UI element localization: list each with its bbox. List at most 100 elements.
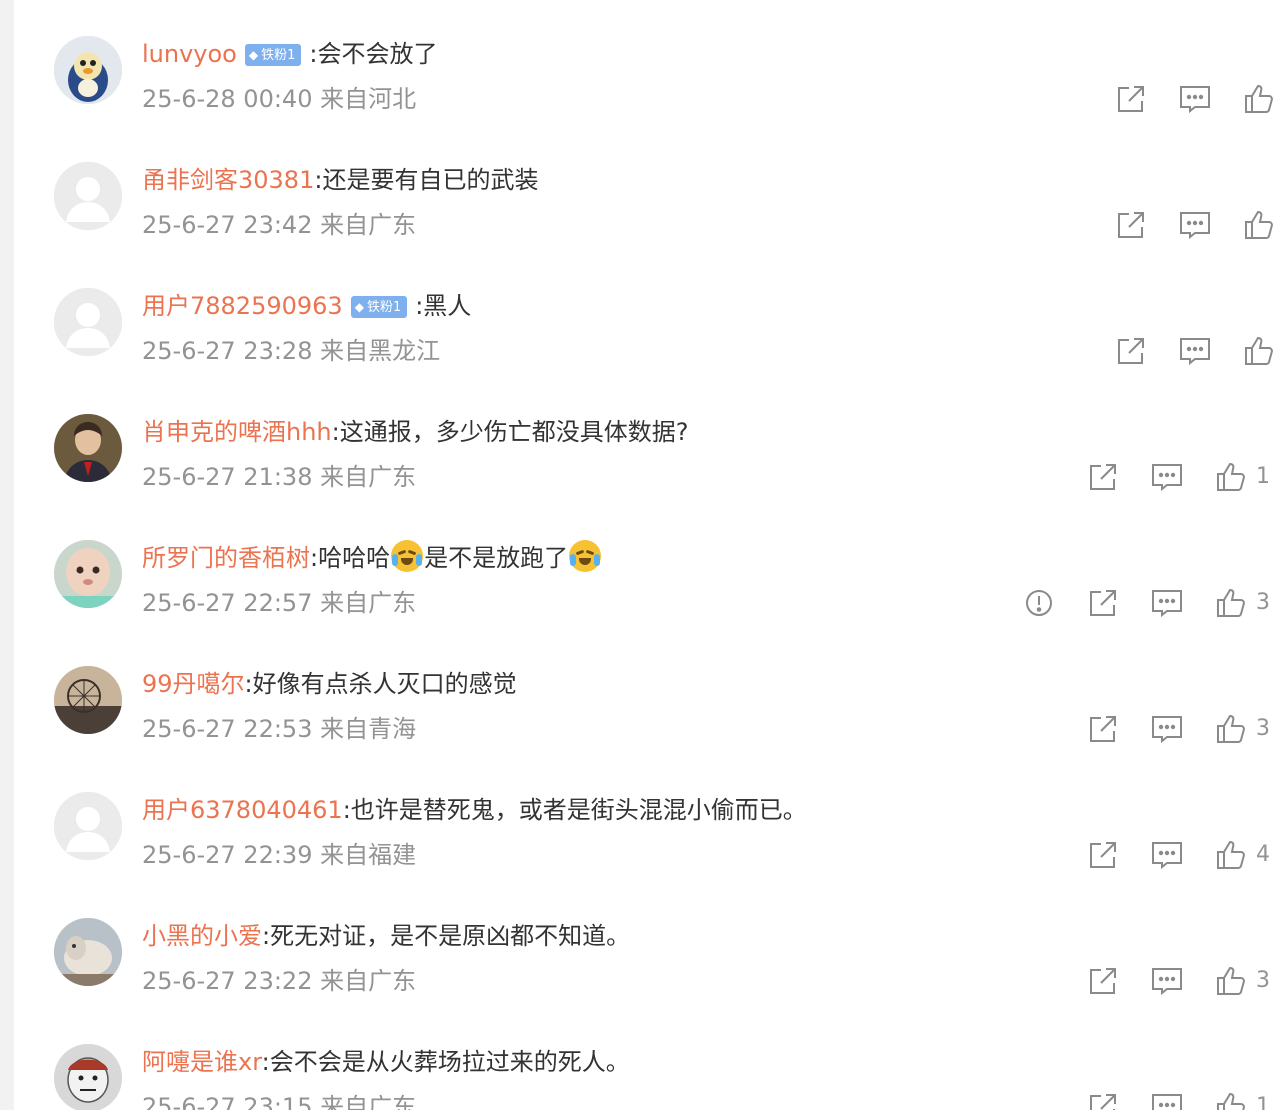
comment-icon [1180, 338, 1210, 366]
thumbs-up-icon [1217, 1092, 1246, 1110]
fan-badge[interactable]: ◆ 铁粉1 [244, 44, 302, 66]
fan-badge-label: 铁粉1 [261, 48, 296, 63]
username[interactable]: 阿嚏是谁xr [142, 1048, 262, 1076]
share-button[interactable] [1086, 838, 1120, 872]
like-button[interactable] [1242, 82, 1276, 116]
like-button[interactable]: 4 [1214, 838, 1282, 872]
avatar[interactable] [54, 414, 122, 482]
comment-icon [1152, 842, 1182, 870]
comment-text: :死无对证，是不是原凶都不知道。 [262, 922, 631, 950]
ferris-wheel-avatar-icon [54, 666, 122, 734]
reply-button[interactable] [1150, 712, 1184, 746]
comment-location: 来自青海 [320, 715, 417, 743]
comment-item: 肖申克的啤酒hhh:这通报，多少伤亡都没具体数据? 25-6-27 21:38 … [14, 378, 1282, 504]
username[interactable]: 小黑的小爱 [142, 922, 262, 950]
comment-actions [1102, 208, 1282, 242]
thumbs-up-icon [1217, 840, 1246, 869]
comment-icon [1152, 1094, 1182, 1110]
avatar[interactable] [54, 162, 122, 230]
avatar[interactable] [54, 288, 122, 356]
like-button[interactable]: 1 [1214, 1090, 1282, 1110]
default-avatar-icon [54, 288, 122, 356]
comment-icon [1152, 716, 1182, 744]
share-button[interactable] [1114, 334, 1148, 368]
username[interactable]: 99丹噶尔 [142, 670, 245, 698]
like-count: 3 [1256, 968, 1270, 993]
comment-location: 来自河北 [320, 85, 417, 113]
username[interactable]: 所罗门的香栢树 [142, 544, 310, 572]
like-button[interactable]: 3 [1214, 586, 1282, 620]
fan-badge[interactable]: ◆ 铁粉1 [350, 296, 408, 318]
diamond-icon: ◆ [354, 300, 364, 314]
comment-location: 来自黑龙江 [320, 337, 441, 365]
laugh-cry-emoji-icon [391, 540, 424, 572]
comment-item: 阿嚏是谁xr:会不会是从火葬场拉过来的死人。 25-6-27 23:15 来自广… [14, 1008, 1282, 1110]
comment-item: 甬非剑客30381:还是要有自已的武装 25-6-27 23:42 来自广东 [14, 126, 1282, 252]
comment-icon [1152, 968, 1182, 996]
comment-text: :这通报，多少伤亡都没具体数据? [331, 418, 689, 446]
like-count: 3 [1256, 590, 1270, 615]
avatar[interactable] [54, 666, 122, 734]
share-icon [1090, 590, 1116, 616]
avatar[interactable] [54, 918, 122, 986]
username[interactable]: 肖申克的啤酒hhh [142, 418, 332, 446]
like-button[interactable] [1242, 208, 1276, 242]
reply-button[interactable] [1150, 1090, 1184, 1110]
comment-time: 25-6-27 23:42 [142, 211, 313, 239]
comment-text-part: :哈哈哈 [310, 544, 391, 572]
reply-button[interactable] [1150, 964, 1184, 998]
username[interactable]: 用户6378040461 [142, 796, 343, 824]
comment-actions [1102, 334, 1282, 368]
comment-actions [1102, 82, 1282, 116]
like-button[interactable]: 3 [1214, 712, 1282, 746]
thumbs-up-icon [1245, 336, 1274, 365]
comment-text: :好像有点杀人灭口的感觉 [244, 670, 517, 698]
comment-location: 来自福建 [320, 841, 417, 869]
comment-time: 25-6-27 23:15 [142, 1093, 313, 1110]
share-button[interactable] [1086, 1090, 1120, 1110]
share-button[interactable] [1086, 586, 1120, 620]
comment-icon [1152, 590, 1182, 618]
share-button[interactable] [1086, 460, 1120, 494]
report-button[interactable] [1022, 586, 1056, 620]
comment-item: 99丹噶尔:好像有点杀人灭口的感觉 25-6-27 22:53 来自青海 3 [14, 630, 1282, 756]
comment-time: 25-6-27 22:39 [142, 841, 313, 869]
thumbs-up-icon [1245, 84, 1274, 113]
avatar[interactable] [54, 1044, 122, 1110]
like-button[interactable]: 3 [1214, 964, 1282, 998]
dog-avatar-icon [54, 918, 122, 986]
comment-text: :也许是替死鬼，或者是街头混混小偷而已。 [342, 796, 807, 824]
like-button[interactable]: 1 [1214, 460, 1282, 494]
comment-item: 用户6378040461:也许是替死鬼，或者是街头混混小偷而已。 25-6-27… [14, 756, 1282, 882]
comment-text: :会不会放了 [309, 40, 438, 68]
share-icon [1090, 464, 1116, 490]
comment-location: 来自广东 [320, 589, 417, 617]
reply-button[interactable] [1150, 838, 1184, 872]
share-button[interactable] [1086, 964, 1120, 998]
reply-button[interactable] [1150, 460, 1184, 494]
share-button[interactable] [1114, 82, 1148, 116]
comment-text: :会不会是从火葬场拉过来的死人。 [261, 1048, 630, 1076]
reply-button[interactable] [1178, 208, 1212, 242]
share-icon [1118, 338, 1144, 364]
comment-text: :黑人 [415, 292, 472, 320]
laugh-cry-emoji-icon [569, 540, 602, 572]
avatar[interactable] [54, 540, 122, 608]
like-button[interactable] [1242, 334, 1276, 368]
photo-avatar-icon [54, 414, 122, 482]
default-avatar-icon [54, 792, 122, 860]
username[interactable]: 用户7882590963 [142, 292, 343, 320]
share-button[interactable] [1086, 712, 1120, 746]
share-button[interactable] [1114, 208, 1148, 242]
avatar[interactable] [54, 792, 122, 860]
reply-button[interactable] [1178, 334, 1212, 368]
comment-icon [1180, 212, 1210, 240]
comment-item: lunvyoo ◆ 铁粉1:会不会放了 25-6-28 00:40 来自河北 [14, 0, 1282, 126]
thumbs-up-icon [1217, 714, 1246, 743]
avatar[interactable] [54, 36, 122, 104]
reply-button[interactable] [1150, 586, 1184, 620]
reply-button[interactable] [1178, 82, 1212, 116]
comment-time: 25-6-27 21:38 [142, 463, 313, 491]
username[interactable]: lunvyoo [142, 40, 237, 68]
username[interactable]: 甬非剑客30381 [142, 166, 314, 194]
